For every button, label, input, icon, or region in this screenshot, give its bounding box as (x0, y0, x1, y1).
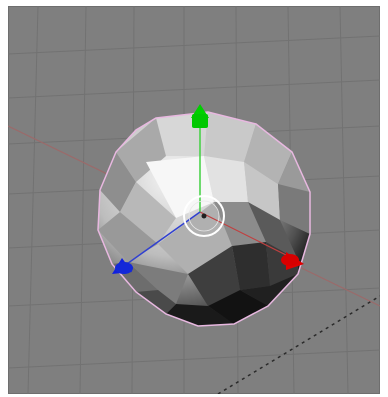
icosphere-mesh[interactable] (97, 111, 311, 327)
object-origin-dot (201, 213, 207, 219)
viewport-canvas[interactable] (8, 6, 380, 394)
3d-viewport[interactable] (8, 6, 380, 394)
gizmo-y-handle[interactable] (191, 104, 209, 128)
